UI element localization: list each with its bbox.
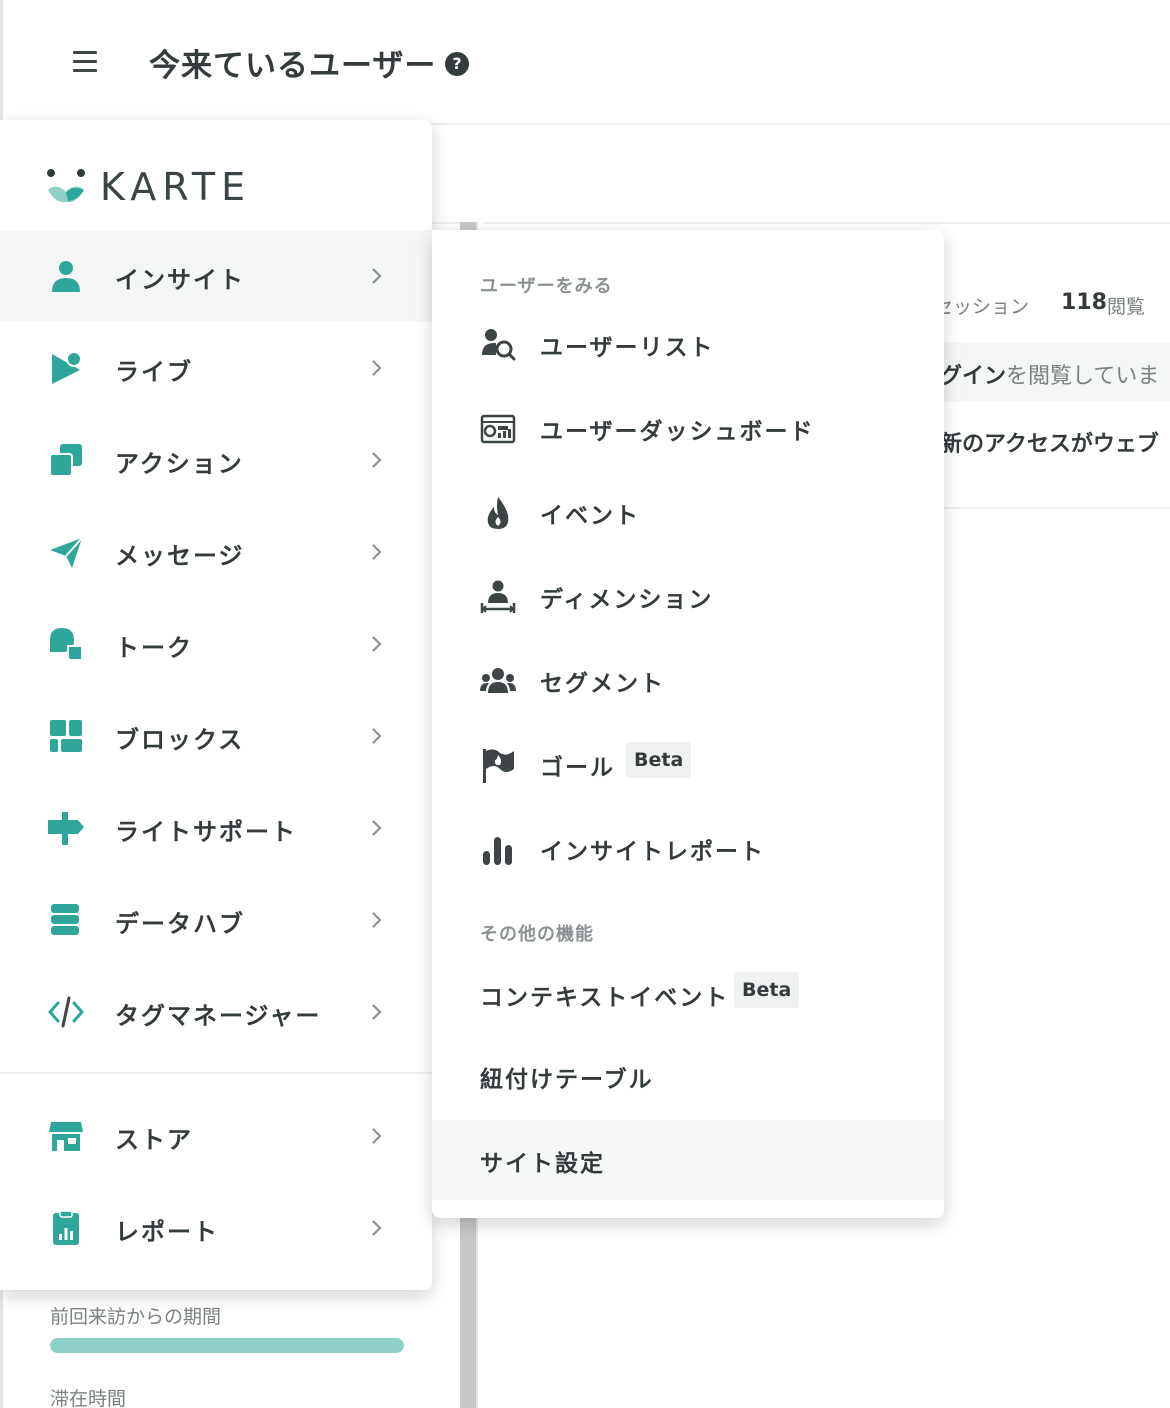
chevron-right-icon [372, 360, 382, 376]
sidebar-item-label: インサイト [115, 266, 245, 294]
chevron-right-icon [372, 912, 382, 928]
sidebar-item-label: レポート [115, 1218, 219, 1246]
sidebar-item-talk[interactable]: トーク [0, 598, 432, 690]
chevron-right-icon [372, 1004, 382, 1020]
period-label: 前回来訪からの期間 [50, 1306, 222, 1328]
section-title-other: その他の機能 [480, 924, 594, 945]
submenu-item-user-list[interactable]: ユーザーリスト [432, 314, 944, 374]
fire-icon [487, 497, 509, 529]
sidebar-item-blocks[interactable]: ブロックス [0, 690, 432, 782]
submenu-item-label: ユーザーリスト [540, 335, 715, 361]
submenu-item-label: イベント [540, 503, 640, 529]
sidebar-item-insight[interactable]: インサイト [0, 230, 432, 322]
submenu-item-label: セグメント [540, 671, 665, 697]
sidebar-item-report[interactable]: レポート [0, 1182, 432, 1274]
submenu-item-segment[interactable]: セグメント [432, 650, 944, 710]
submenu-item-context-event[interactable]: コンテキストイベント Beta [432, 964, 944, 1024]
sidebar-item-label: ブロックス [115, 726, 245, 754]
group-icon [480, 668, 516, 693]
activity-text-2: 新のアクセスがウェブ [940, 432, 1159, 457]
sidebar-item-label: ストア [115, 1126, 193, 1154]
help-icon[interactable]: ? [445, 52, 469, 76]
chat-bubble-icon [50, 628, 83, 661]
period-progress-fill [50, 1338, 404, 1353]
sidebar-item-message[interactable]: メッセージ [0, 506, 432, 598]
code-icon [48, 996, 84, 1028]
dimension-icon [480, 580, 516, 613]
chevron-right-icon [372, 452, 382, 468]
karte-logo-icon [47, 169, 85, 203]
sidebar-item-label: タグマネージャー [115, 1002, 322, 1030]
chevron-right-icon [372, 636, 382, 652]
karte-logo[interactable]: KARTE [46, 165, 256, 209]
flag-icon [483, 749, 514, 783]
sidebar-item-store[interactable]: ストア [0, 1090, 432, 1182]
submenu-item-label: ゴール [540, 755, 615, 781]
period-progress-bar [50, 1338, 404, 1353]
submenu-item-label: ユーザーダッシュボード [540, 419, 815, 445]
submenu-item-dimension[interactable]: ディメンション [432, 566, 944, 626]
submenu-item-site-settings[interactable]: サイト設定 [432, 1120, 944, 1200]
report-icon [53, 1210, 79, 1245]
bar-chart-icon [483, 837, 512, 865]
session-label: セッション [934, 296, 1030, 318]
submenu-item-event[interactable]: イベント [432, 482, 944, 542]
submenu-item-label: ディメンション [540, 587, 714, 613]
activity-text: グインを閲覧していま [940, 358, 1159, 390]
sidebar-item-write-support[interactable]: ライトサポート [0, 782, 432, 874]
content-divider [432, 222, 1170, 224]
views-label: 閲覧 [1107, 296, 1146, 318]
action-icon [49, 444, 82, 477]
activity-description: を閲覧していま [1006, 364, 1160, 389]
page-header: 今来ているユーザー ? [0, 0, 1170, 125]
submenu-item-user-dashboard[interactable]: ユーザーダッシュボード [432, 398, 944, 458]
submenu-item-label: 紐付けテーブル [480, 1067, 654, 1093]
sidebar-item-label: アクション [115, 450, 244, 478]
insight-submenu: ユーザーをみる ユーザーリスト ユーザーダッシュボード イベント ディメンション… [432, 230, 944, 1218]
page-title: 今来ているユーザー [149, 48, 437, 84]
sidebar-item-live[interactable]: ライブ [0, 322, 432, 414]
sidebar-item-label: データハブ [115, 910, 245, 938]
views-count: 118 [1061, 290, 1107, 315]
chevron-right-icon [372, 728, 382, 744]
sidebar-item-datahub[interactable]: データハブ [0, 874, 432, 966]
database-icon [51, 904, 79, 935]
chevron-right-icon [372, 544, 382, 560]
logo-text: KARTE [100, 165, 252, 209]
chevron-right-icon [372, 820, 382, 836]
dashboard-icon [480, 414, 516, 444]
stay-time-label: 滞在時間 [50, 1388, 127, 1408]
live-icon [52, 351, 82, 384]
content-divider-2 [944, 507, 1170, 509]
sidebar-item-action[interactable]: アクション [0, 414, 432, 506]
sidebar-item-label: ライブ [115, 358, 193, 386]
submenu-item-label: インサイトレポート [540, 839, 765, 865]
chevron-right-icon [372, 1220, 382, 1236]
beta-badge: Beta [734, 972, 800, 1008]
sidebar-divider [0, 1072, 432, 1074]
signpost-icon [48, 812, 84, 845]
chevron-right-icon [372, 268, 382, 284]
sidebar-item-tag-manager[interactable]: タグマネージャー [0, 966, 432, 1058]
person-icon [52, 261, 80, 292]
submenu-item-goal[interactable]: ゴール Beta [432, 734, 944, 794]
sidebar: KARTE インサイト ライブ アクション メッセージ トーク ブロックス ライ… [0, 120, 432, 1290]
page-left-border [0, 1290, 3, 1408]
user-search-icon [482, 329, 516, 361]
submenu-item-label: サイト設定 [480, 1151, 605, 1177]
chevron-right-icon [372, 1128, 382, 1144]
sidebar-item-label: ライトサポート [115, 818, 297, 846]
beta-badge: Beta [626, 742, 692, 778]
blocks-icon [50, 720, 82, 752]
store-icon [49, 1122, 83, 1151]
submenu-item-link-table[interactable]: 紐付けテーブル [432, 1046, 944, 1106]
sidebar-item-label: メッセージ [115, 542, 245, 570]
hamburger-menu-icon[interactable] [73, 51, 97, 73]
section-title-users: ユーザーをみる [480, 276, 613, 297]
submenu-item-label: コンテキストイベント [480, 985, 730, 1011]
sidebar-item-label: トーク [115, 634, 193, 662]
paper-plane-icon [50, 537, 83, 568]
activity-page-name: グイン [940, 364, 1007, 389]
submenu-item-insight-report[interactable]: インサイトレポート [432, 818, 944, 878]
